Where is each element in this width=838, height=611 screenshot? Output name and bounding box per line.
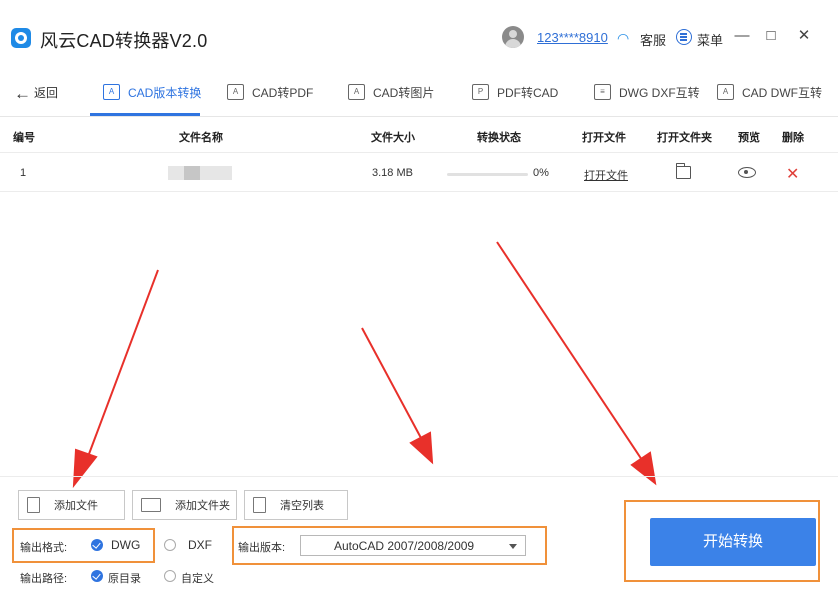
dwg-dxf-icon: ≡ [594, 84, 611, 100]
column-preview: 预览 [738, 132, 760, 144]
tab-label: CAD转图片 [373, 85, 435, 100]
annotation-arrow-head [630, 451, 657, 486]
tab-cad-to-pdf[interactable]: A CAD转PDF [227, 78, 313, 106]
tab-cad-dwf-convert[interactable]: A CAD DWF互转 [717, 78, 822, 106]
add-folder-icon [141, 498, 161, 512]
output-path-label: 输出路径: [20, 573, 68, 585]
column-index: 编号 [13, 132, 35, 144]
delete-icon[interactable]: ✕ [786, 164, 799, 184]
format-dwg-label: DWG [111, 538, 141, 552]
file-table-header: 编号 文件名称 文件大小 转换状态 打开文件 打开文件夹 预览 删除 [0, 117, 838, 153]
chevron-down-icon [509, 544, 517, 549]
column-file-name: 文件名称 [179, 132, 223, 144]
back-button[interactable]: ← 返回 [14, 84, 58, 104]
clear-list-label: 清空列表 [280, 500, 324, 512]
menu-icon[interactable] [676, 29, 692, 45]
back-label: 返回 [34, 86, 59, 100]
app-title: 风云CAD转换器V2.0 [40, 31, 208, 51]
annotation-arrow-line [85, 269, 159, 463]
table-row: 1 3.18 MB 0% 打开文件 ✕ [0, 154, 838, 192]
cad-dwf-icon: A [717, 84, 734, 100]
title-bar: 风云CAD转换器V2.0 123****8910 ◠ 客服 菜单 — □ ✕ [0, 0, 838, 72]
pdf-cad-icon: P [472, 84, 489, 100]
row-file-size: 3.18 MB [372, 167, 413, 179]
customer-service-button[interactable]: 客服 [640, 30, 666, 49]
user-avatar-icon[interactable] [502, 26, 524, 48]
headset-icon[interactable]: ◠ [617, 30, 629, 47]
tab-cad-version-convert[interactable]: A CAD版本转换 [103, 78, 201, 106]
folder-icon[interactable] [676, 163, 691, 179]
file-name-thumbnail [168, 166, 232, 180]
output-format-label: 输出格式: [20, 542, 68, 554]
add-file-label: 添加文件 [54, 500, 98, 512]
path-original-label: 原目录 [108, 573, 141, 585]
path-custom-radio[interactable] [164, 570, 176, 582]
tab-label: CAD DWF互转 [742, 85, 822, 100]
tab-label: DWG DXF互转 [619, 85, 700, 100]
function-tab-bar: ← 返回 A CAD版本转换 A CAD转PDF A CAD转图片 P PDF转CAD ≡… [0, 72, 838, 117]
row-progress-percent: 0% [533, 167, 549, 179]
add-folder-button[interactable]: 添加文件夹 [132, 490, 237, 520]
trash-icon [253, 497, 266, 513]
tab-label: PDF转CAD [497, 85, 559, 100]
add-file-button[interactable]: 添加文件 [18, 490, 125, 520]
maximize-button[interactable]: □ [761, 24, 781, 48]
user-id-link[interactable]: 123****8910 [537, 30, 608, 45]
add-folder-label: 添加文件夹 [175, 500, 230, 512]
tab-dwg-dxf-convert[interactable]: ≡ DWG DXF互转 [594, 78, 700, 106]
active-tab-indicator [90, 113, 200, 116]
app-logo-icon [11, 28, 31, 48]
bottom-divider [0, 476, 838, 477]
format-dxf-label: DXF [188, 538, 212, 552]
output-version-value: AutoCAD 2007/2008/2009 [334, 539, 475, 553]
close-button[interactable]: ✕ [794, 24, 814, 48]
minimize-button[interactable]: — [732, 24, 752, 48]
tab-label: CAD转PDF [252, 85, 314, 100]
cad-pdf-icon: A [227, 84, 244, 100]
output-version-label: 输出版本: [238, 542, 286, 554]
open-file-link[interactable]: 打开文件 [584, 167, 628, 183]
annotation-arrow-head [409, 431, 434, 465]
row-index: 1 [20, 167, 27, 179]
back-arrow-icon: ← [14, 84, 31, 103]
column-open-folder: 打开文件夹 [657, 132, 712, 144]
menu-button[interactable]: 菜单 [697, 30, 723, 49]
clear-list-button[interactable]: 清空列表 [244, 490, 348, 520]
path-original-radio[interactable] [91, 570, 103, 582]
tab-cad-to-image[interactable]: A CAD转图片 [348, 78, 434, 106]
add-file-icon [27, 497, 40, 513]
column-status: 转换状态 [477, 132, 521, 144]
annotation-arrow-line [361, 327, 422, 439]
cad-version-icon: A [103, 84, 120, 100]
tab-pdf-to-cad[interactable]: P PDF转CAD [472, 78, 558, 106]
column-delete: 删除 [782, 132, 804, 144]
tab-label: CAD版本转换 [128, 85, 202, 100]
output-version-select[interactable]: AutoCAD 2007/2008/2009 [300, 535, 526, 556]
format-dxf-radio[interactable] [164, 539, 176, 551]
annotation-arrow-line [496, 241, 643, 461]
eye-icon[interactable] [738, 167, 756, 178]
column-open-file: 打开文件 [582, 132, 626, 144]
column-file-size: 文件大小 [371, 132, 415, 144]
cad-image-icon: A [348, 84, 365, 100]
annotation-arrow-head [72, 448, 98, 489]
path-custom-label: 自定义 [181, 573, 214, 585]
conversion-progress-bar [447, 173, 528, 176]
start-convert-button[interactable]: 开始转换 [650, 518, 816, 566]
format-dwg-radio[interactable] [91, 539, 103, 551]
